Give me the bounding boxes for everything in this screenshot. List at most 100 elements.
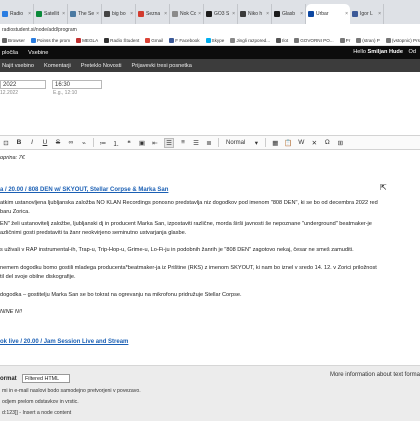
browser-tab[interactable]: Radio × bbox=[0, 4, 34, 24]
logout-link[interactable]: Od bbox=[409, 49, 416, 55]
bookmark-item[interactable]: Poinss the prom bbox=[30, 38, 71, 43]
bulleted-list-icon[interactable]: ≔ bbox=[99, 139, 107, 147]
align-justify-icon[interactable]: ≣ bbox=[205, 139, 213, 147]
user-name[interactable]: Smiljan Hude bbox=[368, 49, 403, 55]
omega-icon[interactable]: Ω bbox=[323, 139, 331, 147]
paragraph: atkim ustanovljena ljubljanska založba N… bbox=[0, 200, 378, 206]
bookmark-item[interactable]: Radio Študent bbox=[104, 38, 139, 43]
bookmark-item[interactable]: (vstopnic) Prst... bbox=[385, 38, 420, 43]
tab-favicon-icon bbox=[138, 11, 144, 17]
close-icon[interactable]: × bbox=[164, 11, 167, 17]
browser-tab[interactable]: Igor L × bbox=[350, 4, 384, 24]
close-icon[interactable]: × bbox=[28, 11, 31, 17]
align-right-icon[interactable]: ☰ bbox=[192, 139, 200, 147]
close-icon[interactable]: × bbox=[300, 11, 303, 17]
paste-word-icon[interactable]: W bbox=[297, 139, 305, 147]
shortcut-past-news[interactable]: Preteklo Novosti bbox=[81, 63, 122, 69]
format-tip: odjem prelom odstavkov in vrstic. bbox=[2, 399, 79, 405]
numbered-list-icon[interactable]: ⒈ bbox=[112, 139, 120, 148]
bookmark-label: (stran) P bbox=[362, 38, 380, 43]
browser-tab[interactable]: Urbar × bbox=[306, 4, 350, 24]
time-input[interactable]: 16:30 bbox=[52, 80, 102, 89]
chevron-down-icon[interactable]: ▾ bbox=[252, 139, 260, 147]
bookmark-label: Ilot bbox=[282, 38, 289, 43]
outdent-icon[interactable]: ⇤ bbox=[151, 139, 159, 147]
shortcut-comments[interactable]: Komentarji bbox=[44, 63, 71, 69]
browser-tab[interactable]: GO3 S × bbox=[204, 4, 238, 24]
close-icon[interactable]: × bbox=[198, 11, 201, 17]
bookmark-item[interactable]: MEGLA bbox=[76, 38, 98, 43]
tab-favicon-icon bbox=[2, 11, 8, 17]
browser-tab[interactable]: Satellit × bbox=[34, 4, 68, 24]
bookmark-item[interactable]: Gmail bbox=[145, 38, 163, 43]
url-text[interactable]: radiostudent.si/node/add/program bbox=[2, 27, 77, 33]
close-icon[interactable]: × bbox=[130, 11, 133, 17]
close-icon[interactable]: × bbox=[266, 11, 269, 17]
bookmark-item[interactable]: Ilot bbox=[276, 38, 288, 43]
bookmark-label: Poinss the prom bbox=[36, 38, 71, 43]
image-icon[interactable]: ▣ bbox=[138, 139, 146, 147]
paste-text-icon[interactable]: 📋 bbox=[284, 139, 292, 147]
link-icon[interactable]: ∞ bbox=[67, 139, 75, 147]
bold-icon[interactable]: B bbox=[15, 139, 23, 147]
address-bar[interactable]: radiostudent.si/node/add/program bbox=[0, 24, 420, 36]
close-icon[interactable]: × bbox=[378, 11, 381, 17]
text-format-select[interactable]: Filtered HTML bbox=[22, 374, 70, 383]
media-icon[interactable]: ▦ bbox=[271, 139, 279, 147]
bookmark-item[interactable]: Jingli razpored... bbox=[230, 38, 270, 43]
more-info-link[interactable]: More information about text forma bbox=[330, 372, 420, 378]
remove-format-icon[interactable]: ✕ bbox=[310, 139, 318, 147]
browser-tab[interactable]: Nok Co × bbox=[170, 4, 204, 24]
tab-favicon-icon bbox=[206, 11, 212, 17]
bookmark-item[interactable]: Browser bbox=[2, 38, 25, 43]
underline-icon[interactable]: U bbox=[41, 139, 49, 147]
bookmark-favicon-icon bbox=[294, 38, 300, 43]
date-input[interactable]: 2022 bbox=[0, 80, 46, 89]
close-icon[interactable]: × bbox=[345, 11, 348, 17]
bookmark-favicon-icon bbox=[30, 38, 36, 43]
editor-toolbar: ⊡ B I U S ∞ ⌁ ≔ ⒈ ❝ ▣ ⇤ ☰ ≡ ☰ ≣ Normal ▾… bbox=[0, 135, 420, 150]
close-icon[interactable]: × bbox=[96, 11, 99, 17]
shortcut-find-content[interactable]: Najit vsebino bbox=[2, 63, 34, 69]
tab-favicon-icon bbox=[36, 11, 42, 17]
shortcut-recordings[interactable]: Prijavevki tresi posnetka bbox=[132, 63, 192, 69]
bookmark-item[interactable]: (stran) P bbox=[356, 38, 380, 43]
browser-tab[interactable]: Niko h × bbox=[238, 4, 272, 24]
strikethrough-icon[interactable]: S bbox=[54, 139, 62, 147]
bookmark-favicon-icon bbox=[385, 38, 391, 43]
close-icon[interactable]: × bbox=[62, 11, 65, 17]
event-heading-2[interactable]: ok live / 20.00 / Jam Session Live and S… bbox=[0, 339, 128, 345]
table-icon[interactable]: ⊞ bbox=[336, 139, 344, 147]
bookmark-item[interactable]: F Facebook bbox=[169, 38, 200, 43]
time-hint: E.g., 12:10 bbox=[53, 90, 78, 96]
bookmark-favicon-icon bbox=[169, 38, 175, 43]
unlink-icon[interactable]: ⌁ bbox=[80, 139, 88, 147]
bookmark-item[interactable]: Skype bbox=[205, 38, 224, 43]
tab-label: The Se bbox=[78, 11, 95, 17]
admin-item-dashboard[interactable]: pločša bbox=[2, 50, 18, 56]
align-center-icon[interactable]: ≡ bbox=[179, 139, 187, 147]
source-icon[interactable]: ⊡ bbox=[2, 139, 10, 147]
browser-tab-strip: Radio × Satellit × The Se × big bo × Sezna × Nok C… bbox=[0, 0, 420, 24]
format-dropdown[interactable]: Normal bbox=[224, 139, 247, 147]
browser-tab[interactable]: big bo × bbox=[102, 4, 136, 24]
tab-label: Urbar bbox=[316, 11, 329, 17]
align-left-icon[interactable]: ☰ bbox=[164, 137, 174, 148]
mouse-cursor-icon: ⇱ bbox=[380, 183, 387, 192]
tab-label: Igor L bbox=[360, 11, 373, 17]
toolbar-separator bbox=[93, 138, 94, 147]
toolbar-separator bbox=[265, 138, 267, 147]
event-heading-1[interactable]: a / 20.00 / 808 DEN w/ SKYOUT, Stellar C… bbox=[0, 187, 168, 193]
bookmark-item[interactable]: GOVORNI PO... bbox=[294, 38, 334, 43]
close-icon[interactable]: × bbox=[232, 11, 235, 17]
bookmark-item[interactable]: Pr bbox=[339, 38, 350, 43]
admin-item-content[interactable]: Vsebine bbox=[28, 50, 48, 56]
tab-label: Sezna bbox=[146, 11, 161, 17]
italic-icon[interactable]: I bbox=[28, 139, 36, 147]
browser-tab[interactable]: The Se × bbox=[68, 4, 102, 24]
tab-favicon-icon bbox=[308, 11, 314, 17]
tab-label: Glasb bbox=[282, 11, 296, 17]
browser-tab[interactable]: Glasb × bbox=[272, 4, 306, 24]
browser-tab[interactable]: Sezna × bbox=[136, 4, 170, 24]
blockquote-icon[interactable]: ❝ bbox=[125, 139, 133, 147]
